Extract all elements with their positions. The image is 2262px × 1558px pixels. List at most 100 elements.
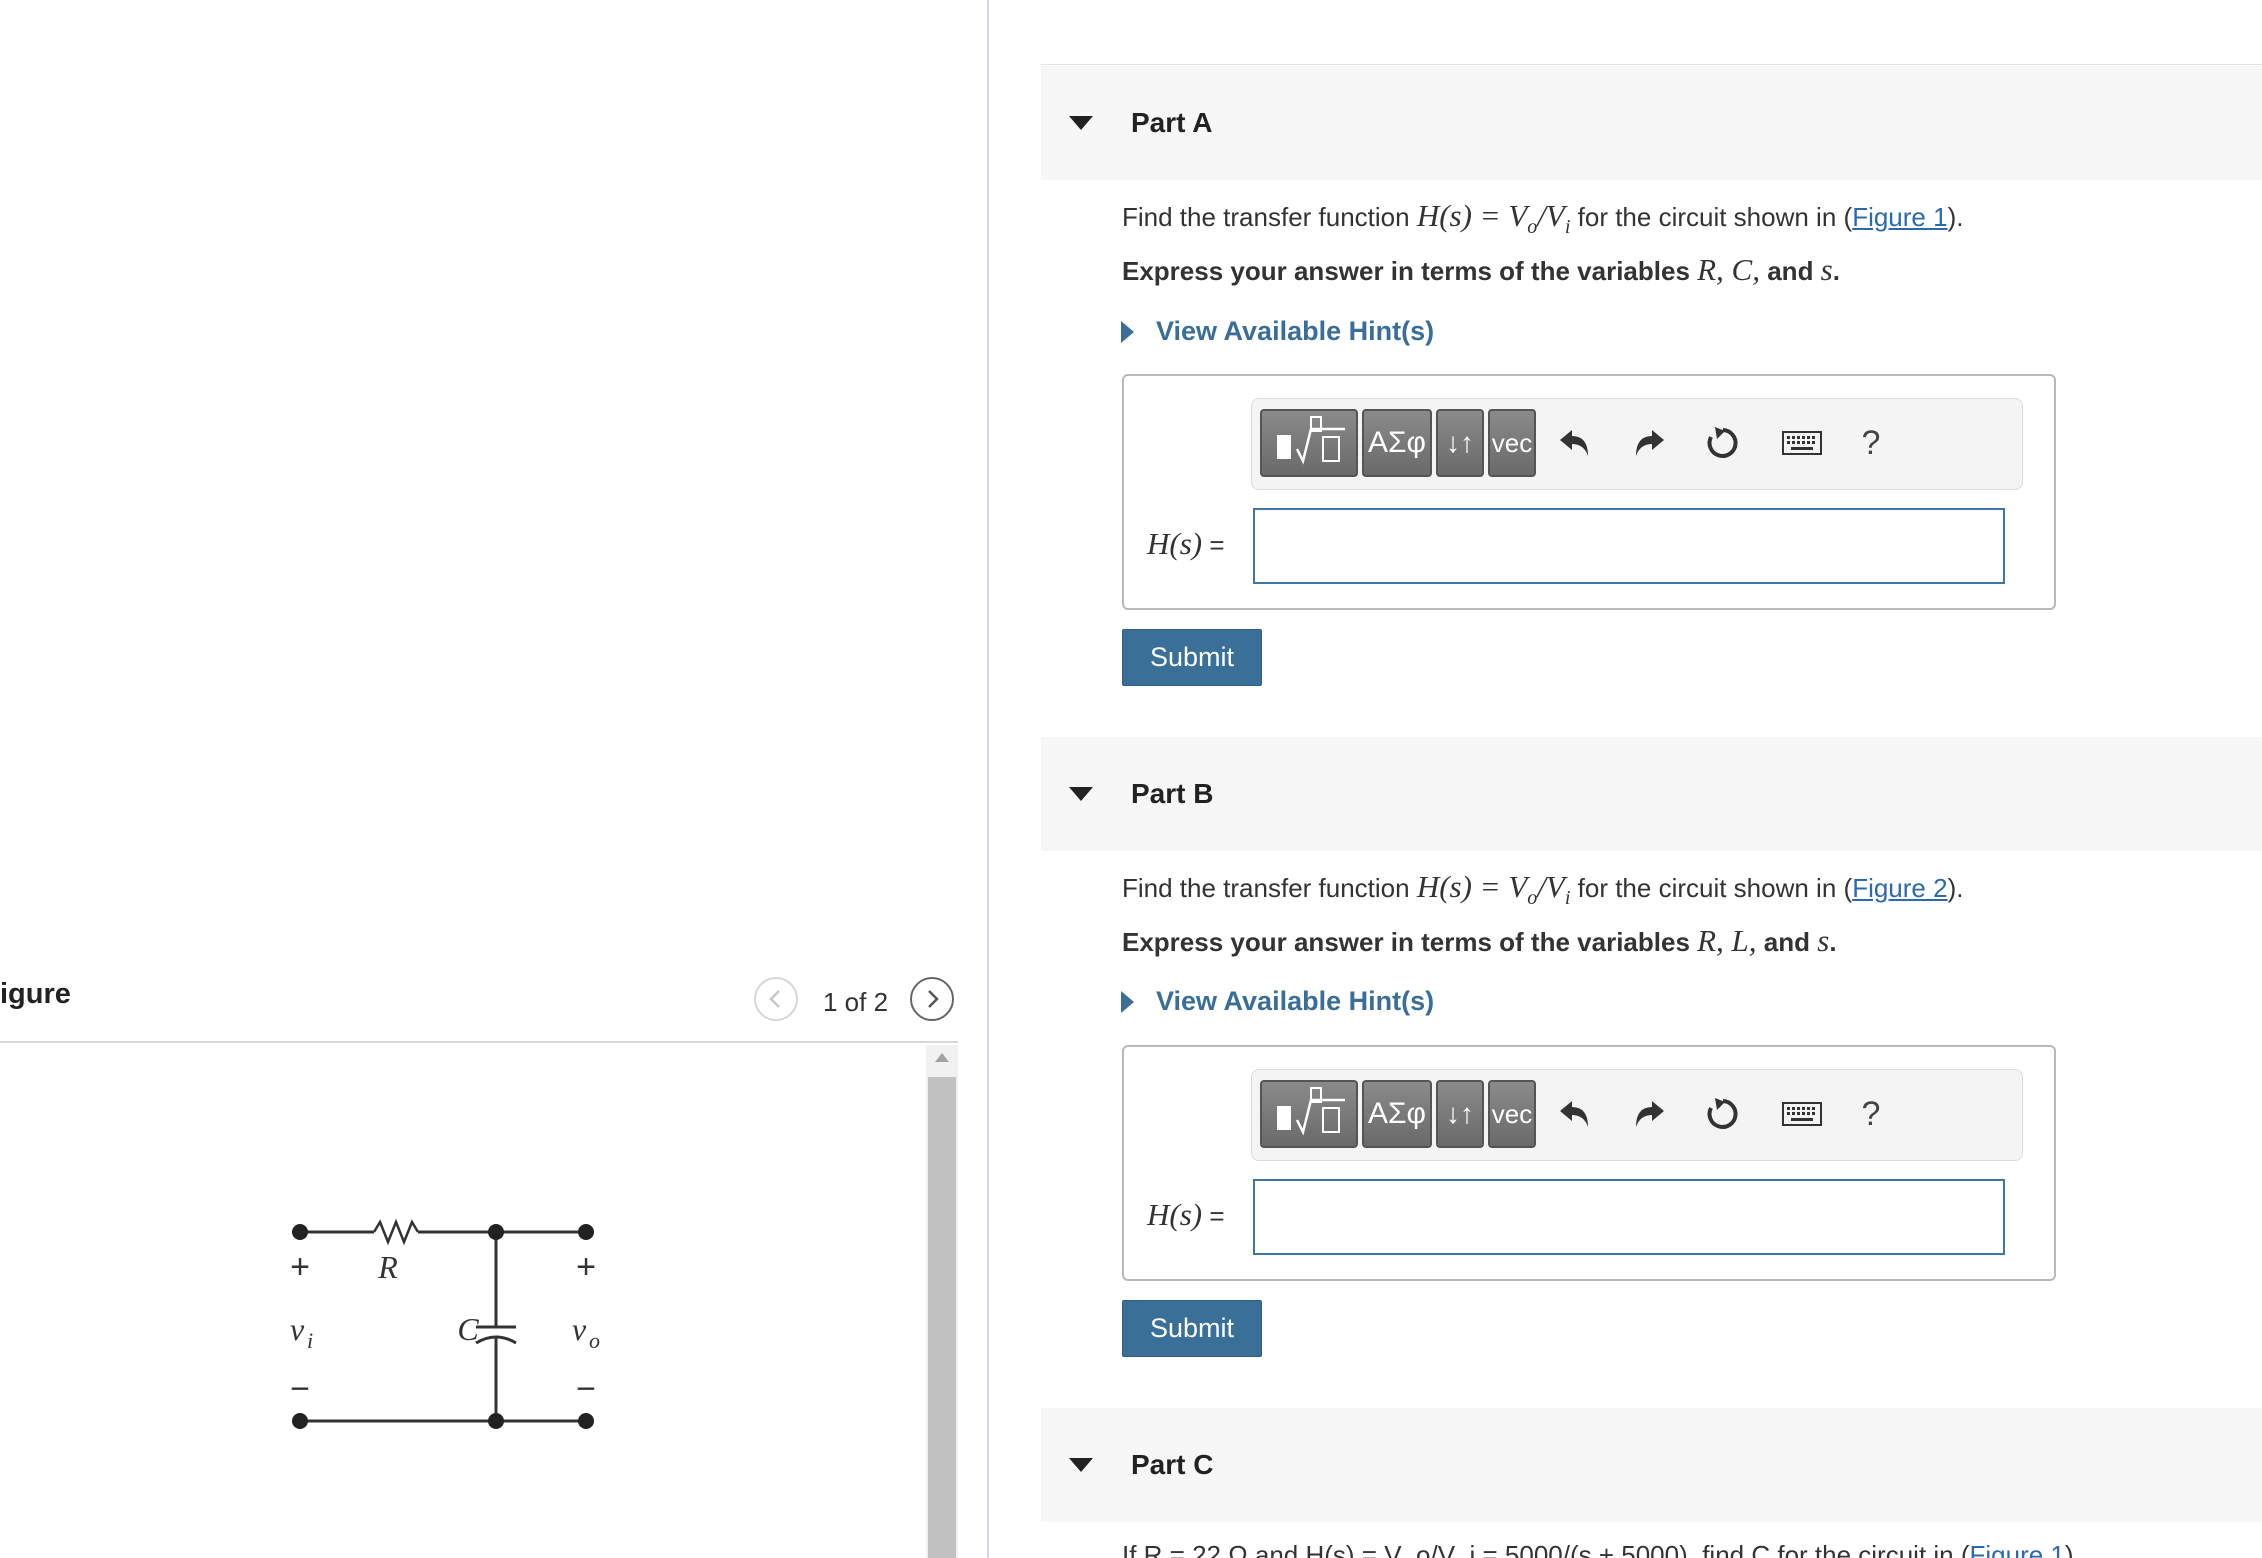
answer-label: H(s) = [1147,1197,1225,1232]
part-c-title: Part C [1131,1449,1214,1480]
part-b-answer-input[interactable] [1253,1179,2005,1255]
input-plus-sign: + [290,1248,310,1286]
input-voltage-sub: i [307,1328,313,1353]
prompt-text: Find the transfer function [1122,202,1417,232]
reset-icon [1707,427,1738,458]
prompt-text: ). [1947,873,1964,903]
part-b-hint-toggle[interactable]: View Available Hint(s) [1121,986,1434,1017]
undo-icon [1560,1101,1588,1127]
collapse-caret-icon[interactable] [1069,116,1093,130]
subscript-superscript-button[interactable]: ↓↑ [1436,1080,1484,1148]
part-a-title: Part A [1131,107,1213,138]
prompt-text: for the circuit shown in ( [1570,873,1853,903]
part-a-instructions: Express your answer in terms of the vari… [1122,252,1840,287]
chevron-right-icon [928,990,939,1008]
part-b-header[interactable]: Part B [1041,737,2262,851]
redo-icon [1636,430,1664,456]
redo-icon [1636,1101,1664,1127]
capacitor-label: C [457,1311,479,1347]
greek-symbols-button[interactable]: ΑΣφ [1362,409,1432,477]
templates-button[interactable] [1260,1080,1358,1148]
part-a-header[interactable]: Part A [1041,66,2262,180]
collapse-caret-icon[interactable] [1069,1458,1093,1472]
output-voltage-label: v [572,1311,587,1347]
transfer-function-math: H(s) = Vo/Vi [1416,869,1571,910]
help-button[interactable]: ? [1846,417,1896,469]
figure-title: igure [0,978,71,1010]
hint-label: View Available Hint(s) [1156,316,1435,346]
math-toolbar: ΑΣφ ↓↑ vec ? [1251,1069,2023,1161]
chevron-left-icon [769,990,780,1008]
input-minus-sign: − [290,1370,310,1408]
figure-pane: igure 1 of 2 R C v i v o + + − − [0,0,988,1558]
output-terminal-top [578,1224,594,1240]
undo-button[interactable] [1550,1088,1600,1140]
prompt-text: for the circuit shown in ( [1570,202,1853,232]
reset-icon [1707,1098,1738,1129]
scroll-thumb[interactable] [928,1077,956,1558]
part-a-answer-box: ΑΣφ ↓↑ vec ? H(s) = [1122,374,2056,610]
output-minus-sign: − [576,1370,596,1408]
resistor-label: R [377,1249,398,1285]
part-a-submit-button[interactable]: Submit [1122,629,1262,686]
keyboard-button[interactable] [1772,1088,1832,1140]
reset-button[interactable] [1698,1088,1748,1140]
answer-label: H(s) = [1147,526,1225,561]
part-a-answer-input[interactable] [1253,508,2005,584]
part-b-answer-box: ΑΣφ ↓↑ vec ? H(s) = [1122,1045,2056,1281]
prompt-text: Find the transfer function [1122,873,1417,903]
redo-button[interactable] [1624,417,1674,469]
question-pane: Part A Find the transfer function H(s) =… [989,0,2262,1558]
templates-button[interactable] [1260,409,1358,477]
input-terminal-top [292,1224,308,1240]
keyboard-icon [1782,1102,1822,1126]
keyboard-icon [1782,431,1822,455]
input-voltage-label: v [290,1311,305,1347]
reset-button[interactable] [1698,417,1748,469]
scroll-up-arrow-icon[interactable] [926,1051,958,1075]
math-toolbar: ΑΣφ ↓↑ vec ? [1251,398,2023,490]
expand-caret-icon [1121,320,1134,343]
help-button[interactable]: ? [1846,1088,1896,1140]
part-b-title: Part B [1131,778,1214,809]
rc-circuit-diagram: R C v i v o + + − − [290,1218,600,1429]
fraction-sqrt-template-icon [1277,416,1345,465]
hint-label: View Available Hint(s) [1156,986,1435,1016]
node-bottom [488,1413,504,1429]
collapse-caret-icon[interactable] [1069,787,1093,801]
figure-divider [0,1041,958,1043]
figure-2-link[interactable]: Figure 2 [1852,873,1947,903]
part-b-instructions: Express your answer in terms of the vari… [1122,923,1837,958]
next-figure-button[interactable] [910,977,954,1021]
figure-counter: 1 of 2 [823,987,889,1017]
figure-scrollbar[interactable] [926,1045,958,1558]
undo-icon [1560,430,1588,456]
transfer-function-math: H(s) = Vo/Vi [1416,198,1571,239]
part-c-prompt: If R = 22 Ω and H(s) = V_o/V_i = 5000/(s… [1122,1540,2081,1558]
part-c-header[interactable]: Part C [1041,1408,2262,1522]
top-divider [1041,64,2262,65]
output-voltage-sub: o [589,1328,600,1353]
prompt-text: If R = 22 Ω and H(s) = V_o/V_i = 5000/(s… [1122,1540,1970,1558]
undo-button[interactable] [1550,417,1600,469]
fraction-sqrt-template-icon [1277,1087,1345,1136]
figure-1-link[interactable]: Figure 1 [1970,1540,2065,1558]
part-b-submit-button[interactable]: Submit [1122,1300,1262,1357]
output-terminal-bottom [578,1413,594,1429]
keyboard-button[interactable] [1772,417,1832,469]
expand-caret-icon [1121,990,1134,1013]
subscript-superscript-button[interactable]: ↓↑ [1436,409,1484,477]
prompt-text: ). [2064,1540,2081,1558]
previous-figure-button[interactable] [754,977,798,1021]
greek-symbols-button[interactable]: ΑΣφ [1362,1080,1432,1148]
redo-button[interactable] [1624,1088,1674,1140]
part-a-prompt: Find the transfer function H(s) = Vo/Vi … [1122,198,1963,239]
input-terminal-bottom [292,1413,308,1429]
vector-button[interactable]: vec [1488,1080,1536,1148]
prompt-text: ). [1947,202,1964,232]
part-b-prompt: Find the transfer function H(s) = Vo/Vi … [1122,869,1963,910]
output-plus-sign: + [576,1248,596,1286]
figure-1-link[interactable]: Figure 1 [1852,202,1947,232]
part-a-hint-toggle[interactable]: View Available Hint(s) [1121,316,1434,347]
vector-button[interactable]: vec [1488,409,1536,477]
